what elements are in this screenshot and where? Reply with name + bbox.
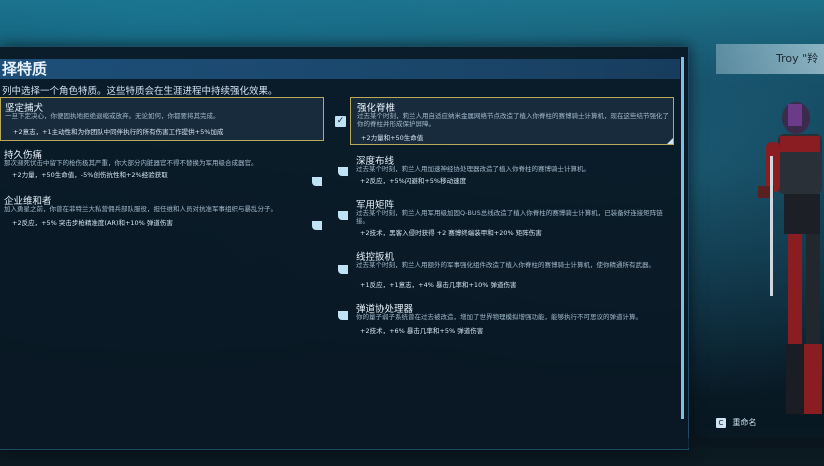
trait-flag-icon bbox=[312, 177, 322, 186]
rename-key-icon: C bbox=[716, 417, 726, 428]
trait-desc: 加入勇星之前，你曾在菲特兰大私营佣兵部队服役，担任维和人员对抗准军事组织与暴乱分… bbox=[4, 205, 277, 213]
trait-desc: 过去某个时刻，莉兰人用加速神经协处理器改造了植入你脊柱的赛博骑士计算机。 bbox=[356, 165, 590, 173]
rename-label: 重命名 bbox=[732, 418, 757, 427]
checkmark-icon: ✓ bbox=[335, 116, 346, 127]
character-name-plate: Troy "羚 bbox=[716, 44, 824, 74]
trait-desc: 过去某个时刻，莉兰人用自适应纳米金属网络节点改造了植入你脊柱的赛博骑士计算机，现… bbox=[357, 112, 669, 128]
trait-card-left-2[interactable]: 企业维和者 加入勇星之前，你曾在菲特兰大私营佣兵部队服役，担任维和人员对抗准军事… bbox=[0, 191, 324, 233]
character-model bbox=[758, 102, 822, 414]
trait-bonus: +2反应，+5% 突击步枪精准度(AR)和+10% 弹道伤害 bbox=[12, 219, 173, 227]
trait-desc: 过去某个时刻，莉兰人用军用级加固Q-BUS总线改造了植入你脊柱的赛博骑士计算机，… bbox=[356, 209, 663, 225]
character-name: Troy "羚 bbox=[776, 52, 819, 65]
trait-bonus: +2意志，+1主动性和为你团队中同伴执行的所有伤害工作提供+5%加成 bbox=[13, 128, 224, 136]
bottom-strip bbox=[688, 438, 824, 448]
trait-card-right-2[interactable]: 军用矩阵 过去某个时刻，莉兰人用军用级加固Q-BUS总线改造了植入你脊柱的赛博骑… bbox=[338, 195, 674, 239]
panel-subtitle: 列中选择一个角色特质。这些特质会在生涯进程中持续强化效果。 bbox=[2, 86, 278, 97]
page-title: 择特质 bbox=[2, 60, 48, 78]
trait-bonus: +1反应，+1意志，+4% 暴击几率和+10% 弹道伤害 bbox=[360, 281, 517, 289]
trait-flag-icon bbox=[312, 221, 322, 230]
rename-control[interactable]: C 重命名 bbox=[716, 417, 757, 428]
trait-flag-icon bbox=[338, 211, 348, 220]
trait-card-right-0[interactable]: ✓ 强化脊椎 过去某个时刻，莉兰人用自适应纳米金属网络节点改造了植入你脊柱的赛博… bbox=[335, 97, 674, 145]
trait-flag-icon bbox=[338, 167, 348, 176]
trait-card-left-0[interactable]: 坚定捕犬 一旦下定决心，你便固执地拒绝退缩或放弃。无论如何，你都要将其完成。 +… bbox=[0, 97, 324, 141]
trait-desc: 一旦下定决心，你便固执地拒绝退缩或放弃。无论如何，你都要将其完成。 bbox=[5, 112, 220, 120]
trait-desc: 那次濒死伏击中留下的枪伤极其严重，你大部分内脏器官不得不替换为军用级合成器官。 bbox=[4, 159, 258, 167]
scrollbar-thumb[interactable] bbox=[681, 57, 684, 419]
trait-flag-icon bbox=[338, 265, 348, 274]
trait-desc: 过去某个时刻，莉兰人用额外的军事强化组件改造了植入你脊柱的赛博骑士计算机，使你精… bbox=[356, 261, 655, 269]
trait-bonus: +2力量，+50生命值，-5%创伤抗性和+2%经验获取 bbox=[12, 171, 168, 179]
trait-bonus: +2力量和+50生命值 bbox=[361, 134, 424, 142]
trait-card-right-1[interactable]: 深度布线 过去某个时刻，莉兰人用加速神经协处理器改造了植入你脊柱的赛博骑士计算机… bbox=[338, 151, 674, 187]
trait-flag-icon bbox=[338, 311, 348, 320]
corner-marker-icon bbox=[667, 138, 673, 144]
trait-bonus: +2技术，黑客入侵时获得 +2 赛博终端装甲和+20% 矩阵伤害 bbox=[360, 229, 542, 237]
panel-header: 择特质 bbox=[0, 59, 680, 79]
trait-card-right-4[interactable]: 弹道协处理器 你的量子弱子系统曾在过去被改造，增加了世界物理模拟增强功能，能够执… bbox=[338, 299, 674, 339]
trait-card-left-1[interactable]: 持久伤痛 那次濒死伏击中留下的枪伤极其严重，你大部分内脏器官不得不替换为军用级合… bbox=[0, 145, 324, 187]
trait-selection-panel: 择特质 列中选择一个角色特质。这些特质会在生涯进程中持续强化效果。 坚定捕犬 一… bbox=[0, 46, 689, 450]
trait-bonus: +2反应，+5%闪避和+5%移动速度 bbox=[360, 177, 467, 185]
trait-card-right-3[interactable]: 线控扳机 过去某个时刻，莉兰人用额外的军事强化组件改造了植入你脊柱的赛博骑士计算… bbox=[338, 247, 674, 291]
trait-bonus: +2技术，+6% 暴击几率和+5% 弹道伤害 bbox=[360, 327, 484, 335]
trait-desc: 你的量子弱子系统曾在过去被改造，增加了世界物理模拟增强功能，能够执行不可思议的弹… bbox=[356, 313, 642, 321]
